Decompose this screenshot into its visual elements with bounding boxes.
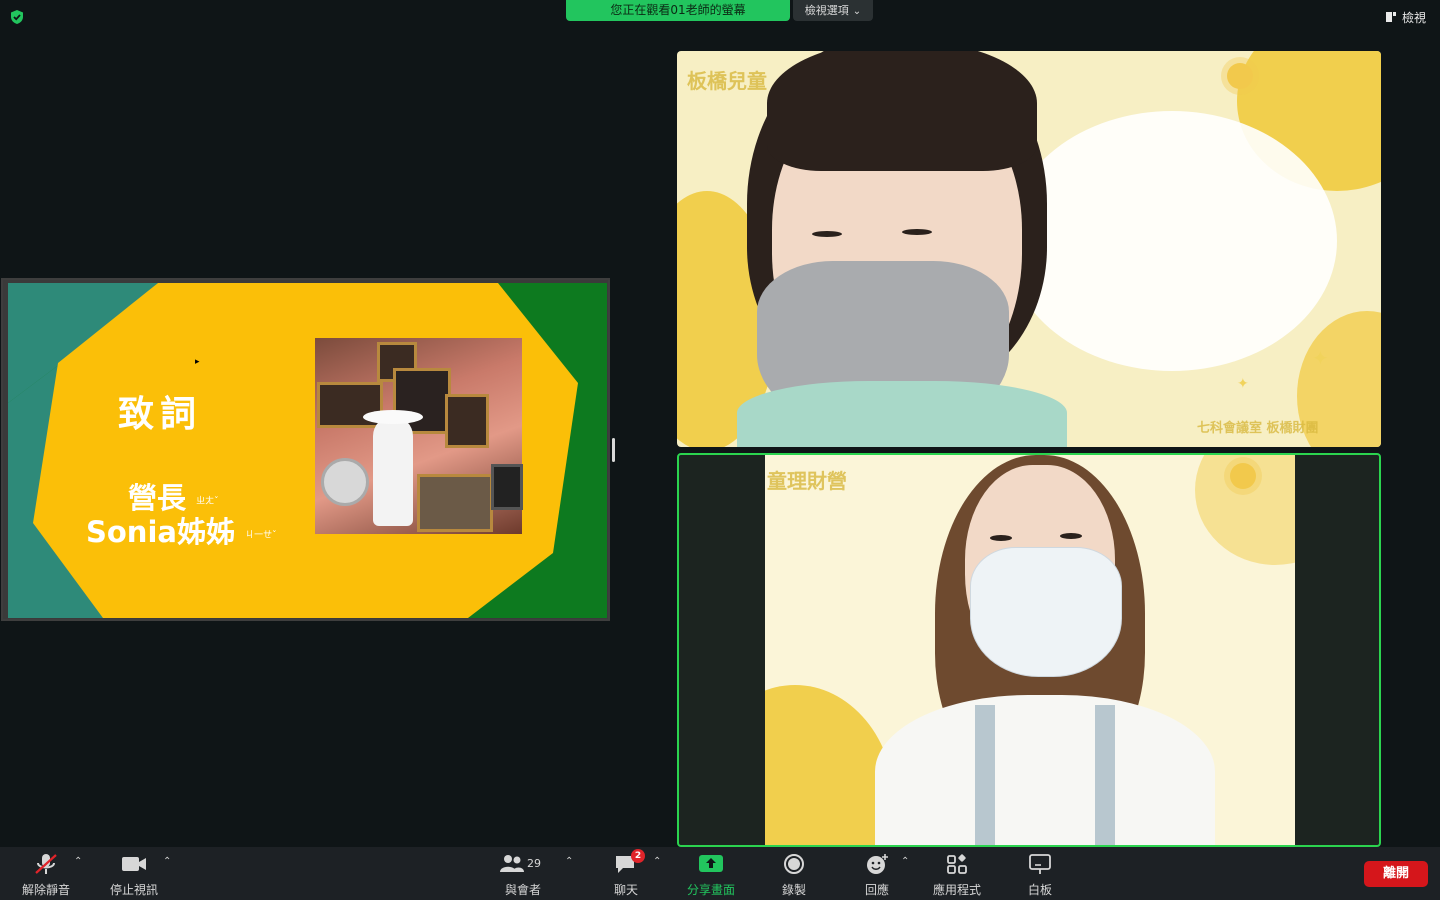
participants-options-caret-icon[interactable]: ⌃ (565, 856, 573, 867)
video-options-caret-icon[interactable]: ⌃ (163, 856, 171, 867)
slide-title-text: 致詞 (118, 394, 203, 435)
reactions-label: 回應 (864, 883, 889, 897)
watermark-text: 七科會議室 板橋財團 (1197, 421, 1319, 436)
bg-cloud (1007, 111, 1337, 371)
view-options-label: 檢視選項 (804, 4, 849, 17)
leave-meeting-button[interactable]: 離開 (1364, 861, 1428, 887)
video-feed: 童理財營 (765, 455, 1295, 845)
unmute-label: 解除靜音 (21, 883, 70, 897)
video-tile-participant-2[interactable]: 童理財營 (677, 453, 1381, 847)
security-shield-icon[interactable] (9, 9, 25, 25)
view-label: 檢視 (1401, 10, 1426, 25)
watermark-text: 童理財營 (767, 469, 847, 493)
photo-hat (363, 410, 423, 424)
participants-icon-group: 29 (499, 853, 547, 875)
slide-speaker-name: Sonia姊姊 ㄐ一ㄝˇ (86, 509, 277, 551)
person-eye (902, 229, 932, 235)
audio-options-caret-icon[interactable]: ⌃ (74, 856, 82, 867)
person-shirt (875, 695, 1215, 845)
chevron-down-icon: ⌄ (852, 6, 862, 17)
presentation-slide: 致詞 營長 ㄓㄤˇ Sonia姊姊 ㄐ一ㄝˇ (8, 283, 607, 618)
reactions-options-caret-icon[interactable]: ⌃ (901, 856, 909, 867)
view-layout-icon (1385, 12, 1396, 22)
participants-count: 29 (527, 857, 541, 870)
photo-tv (491, 464, 523, 510)
apps-icon (947, 854, 967, 874)
overall-strap (975, 705, 995, 845)
chat-icon-wrap: 2 (613, 849, 645, 875)
person-bangs (767, 51, 1037, 171)
view-options-button[interactable]: 檢視選項 ⌄ (793, 0, 873, 21)
whiteboard-label: 白板 (1027, 883, 1052, 897)
chat-unread-badge: 2 (631, 849, 645, 863)
sun-icon (1227, 63, 1253, 89)
share-screen-icon (699, 855, 723, 872)
stop-video-label: 停止視訊 (109, 883, 158, 897)
view-button[interactable]: 檢視 (1385, 9, 1426, 25)
share-screen-label: 分享畫面 (686, 883, 735, 897)
photo-person (373, 416, 413, 526)
meeting-toolbar: 解除靜音 ⌃ 停止視訊 ⌃ 29 與會者 ⌃ 2 聊天 ⌃ 分享畫面 錄製 回應… (0, 847, 1440, 900)
unmute-button[interactable]: 解除靜音 (16, 853, 76, 897)
participants-label: 與會者 (504, 883, 541, 897)
overall-strap (1095, 705, 1115, 845)
role-phonetic: ㄓㄤˇ (196, 496, 219, 507)
whiteboard-icon (1029, 854, 1051, 874)
muted-microphone-icon (35, 854, 57, 874)
sparkle-icon: ✦ (1237, 376, 1249, 392)
participants-button[interactable]: 29 與會者 (496, 853, 550, 897)
person-eye (990, 535, 1012, 541)
shared-screen[interactable]: 致詞 營長 ㄓㄤˇ Sonia姊姊 ㄐ一ㄝˇ (1, 278, 610, 621)
top-bar: 您正在觀看01老師的螢幕 檢視選項 ⌄ 檢視 (0, 0, 1440, 36)
apps-label: 應用程式 (932, 883, 981, 897)
video-tile-participant-1[interactable]: ✦ ✦ 板橋兒童 七科會議室 板橋財團 (677, 51, 1381, 447)
name-phonetic: ㄐ一ㄝˇ (245, 530, 277, 541)
person-shirt (737, 381, 1067, 447)
photo-frame (417, 474, 493, 532)
participants-icon (500, 855, 524, 872)
mouse-cursor-icon: ▸ (195, 357, 200, 367)
photo-frame (445, 394, 489, 448)
record-icon (784, 854, 804, 874)
sun-icon (1230, 463, 1256, 489)
smiley-plus-icon (867, 854, 888, 874)
whiteboard-button[interactable]: 白板 (1016, 853, 1064, 897)
share-screen-button[interactable]: 分享畫面 (682, 853, 740, 897)
slide-name-text: Sonia姊姊 (86, 515, 235, 549)
chat-button[interactable]: 2 聊天 (602, 849, 650, 897)
reactions-button[interactable]: 回應 (853, 853, 901, 897)
video-camera-icon (122, 857, 146, 871)
person-eye (812, 231, 842, 237)
sparkle-icon: ✦ (1312, 346, 1329, 370)
slide-title: 致詞 (118, 385, 202, 437)
apps-button[interactable]: 應用程式 (926, 853, 988, 897)
record-button[interactable]: 錄製 (770, 853, 818, 897)
chat-label: 聊天 (613, 883, 638, 897)
face-mask (970, 547, 1122, 677)
slide-photo (315, 338, 523, 534)
record-label: 錄製 (781, 883, 806, 897)
stop-video-button[interactable]: 停止視訊 (104, 853, 164, 897)
chat-options-caret-icon[interactable]: ⌃ (653, 856, 661, 867)
panel-resize-handle[interactable] (612, 438, 615, 462)
person-eye (1060, 533, 1082, 539)
viewing-screen-banner: 您正在觀看01老師的螢幕 (566, 0, 790, 21)
watermark-text: 板橋兒童 (687, 69, 767, 93)
photo-fan (321, 458, 369, 506)
